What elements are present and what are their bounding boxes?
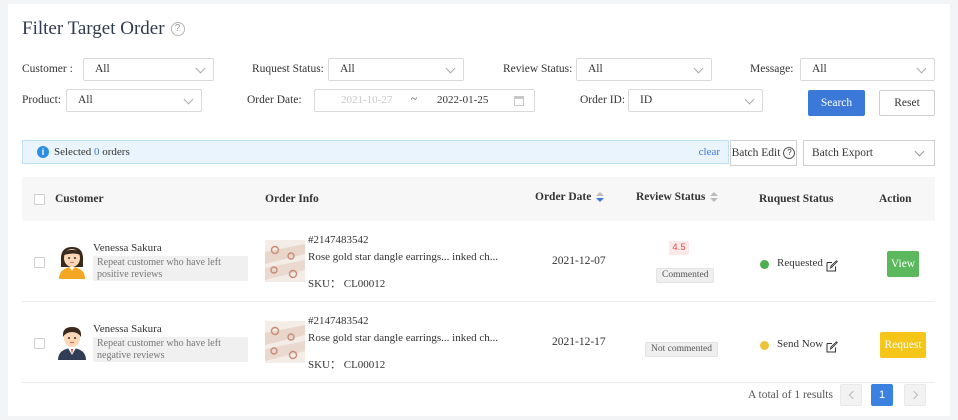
order-date-filter-label: Order Date: <box>247 94 302 106</box>
order-id-select[interactable]: ID <box>628 89 763 112</box>
calendar-icon <box>514 96 524 106</box>
help-icon[interactable]: ? <box>170 22 185 36</box>
selection-prefix: Selected <box>54 146 92 158</box>
request-button[interactable]: Request <box>880 332 926 358</box>
product-name: Rose gold star dangle earrings... inked … <box>308 332 499 344</box>
product-thumbnail[interactable] <box>265 240 305 282</box>
column-review-status-label: Review Status <box>636 191 706 203</box>
status-dot <box>760 260 769 269</box>
review-status-select-value: All <box>588 63 603 75</box>
review-status-filter-label: Review Status: <box>503 63 573 75</box>
info-icon: i <box>37 146 49 158</box>
chevron-left-icon <box>848 390 858 400</box>
batch-export-label: Batch Export <box>812 147 873 159</box>
clear-selection-link[interactable]: clear <box>699 146 720 158</box>
chevron-down-icon <box>744 94 755 105</box>
row-checkbox[interactable] <box>34 257 45 268</box>
page-title-text: Filter Target Order <box>22 18 165 39</box>
product-select[interactable]: All <box>66 89 202 112</box>
request-status-select-value: All <box>340 63 355 75</box>
product-thumbnail[interactable] <box>265 321 305 363</box>
select-all-checkbox[interactable] <box>34 194 45 205</box>
chevron-down-icon <box>195 63 206 74</box>
filter-target-order-panel: Filter Target Order ? Customer : All Ruq… <box>8 4 950 416</box>
page-number-button[interactable]: 1 <box>871 384 893 406</box>
sort-icon[interactable] <box>710 192 719 203</box>
column-action: Action <box>879 193 912 205</box>
customer-tag: Repeat customer who have left negative r… <box>93 337 248 362</box>
product-sku: SKU： CL00012 <box>308 278 386 290</box>
request-status-select[interactable]: All <box>328 58 464 81</box>
selection-text: Selected 0 orders <box>54 146 130 158</box>
chevron-down-icon <box>445 63 456 74</box>
reset-button[interactable]: Reset <box>879 90 935 116</box>
table-header: Customer Order Info Order Date Review St… <box>22 177 935 221</box>
message-filter-label: Message: <box>750 63 794 75</box>
order-date: 2021-12-17 <box>552 336 606 348</box>
customer-select-value: All <box>95 63 110 75</box>
customer-filter-label: Customer : <box>22 63 73 75</box>
customer-select[interactable]: All <box>83 58 214 81</box>
customer-name: Venessa Sakura <box>93 242 162 254</box>
product-filter-label: Product: <box>22 94 61 106</box>
order-date: 2021-12-07 <box>552 255 606 267</box>
order-date-range-picker[interactable]: 2021-10-27 ~ 2022-01-25 <box>314 89 535 112</box>
column-order-date-label: Order Date <box>535 191 592 203</box>
order-id[interactable]: #2147483542 <box>308 315 369 327</box>
request-status-filter-label: Ruquest Status: <box>252 63 324 75</box>
product-name: Rose gold star dangle earrings... inked … <box>308 251 499 263</box>
column-request-status: Ruquest Status <box>759 193 834 205</box>
help-icon[interactable]: ? <box>783 147 796 159</box>
search-button[interactable]: Search <box>808 90 865 116</box>
request-status-text: Requested <box>777 257 823 269</box>
product-sku: SKU： CL00012 <box>308 359 386 371</box>
order-date-end[interactable]: 2022-01-25 <box>437 94 488 106</box>
column-order-info: Order Info <box>265 193 319 205</box>
chevron-down-icon <box>183 94 194 105</box>
batch-edit-button[interactable]: Batch Edit ? <box>730 140 797 166</box>
product-select-value: All <box>78 94 93 106</box>
table-row: Venessa Sakura Repeat customer who have … <box>22 221 935 302</box>
chevron-down-icon <box>693 63 704 74</box>
row-checkbox[interactable] <box>34 338 45 349</box>
male-avatar <box>58 327 86 360</box>
order-date-start[interactable]: 2021-10-27 <box>341 94 392 106</box>
batch-export-dropdown[interactable]: Batch Export <box>803 140 935 166</box>
column-order-date[interactable]: Order Date <box>535 191 605 203</box>
selection-count: 0 <box>94 146 100 158</box>
edit-icon[interactable] <box>826 260 838 272</box>
edit-icon[interactable] <box>826 341 838 353</box>
request-status-text: Send Now <box>777 338 824 350</box>
batch-edit-label: Batch Edit <box>731 147 781 159</box>
next-page-button[interactable] <box>904 384 926 406</box>
customer-tag: Repeat customer who have left positive r… <box>93 256 248 281</box>
female-avatar <box>59 247 85 279</box>
pagination-summary: A total of 1 results <box>748 389 833 401</box>
review-rating: 4.5 <box>669 241 689 255</box>
order-id[interactable]: #2147483542 <box>308 234 369 246</box>
chevron-right-icon <box>909 390 919 400</box>
chevron-down-icon <box>914 146 925 157</box>
date-range-separator: ~ <box>411 93 417 105</box>
view-button[interactable]: View <box>887 251 919 277</box>
message-select[interactable]: All <box>800 58 935 81</box>
table-row: Venessa Sakura Repeat customer who have … <box>22 302 935 383</box>
column-review-status[interactable]: Review Status <box>636 191 719 203</box>
selection-info-bar: i Selected 0 orders clear <box>22 140 729 164</box>
message-select-value: All <box>812 63 827 75</box>
selection-suffix: orders <box>102 146 130 158</box>
page-title: Filter Target Order ? <box>22 18 185 40</box>
status-dot <box>760 341 769 350</box>
order-id-select-value: ID <box>640 94 653 106</box>
column-customer: Customer <box>55 193 104 205</box>
review-status-badge: Commented <box>656 268 715 283</box>
order-id-filter-label: Order ID: <box>580 94 626 106</box>
chevron-down-icon <box>916 63 927 74</box>
review-status-select[interactable]: All <box>576 58 712 81</box>
prev-page-button[interactable] <box>840 384 862 406</box>
sort-icon[interactable] <box>596 192 605 203</box>
customer-name: Venessa Sakura <box>93 323 162 335</box>
review-status-badge: Not commented <box>645 342 718 357</box>
